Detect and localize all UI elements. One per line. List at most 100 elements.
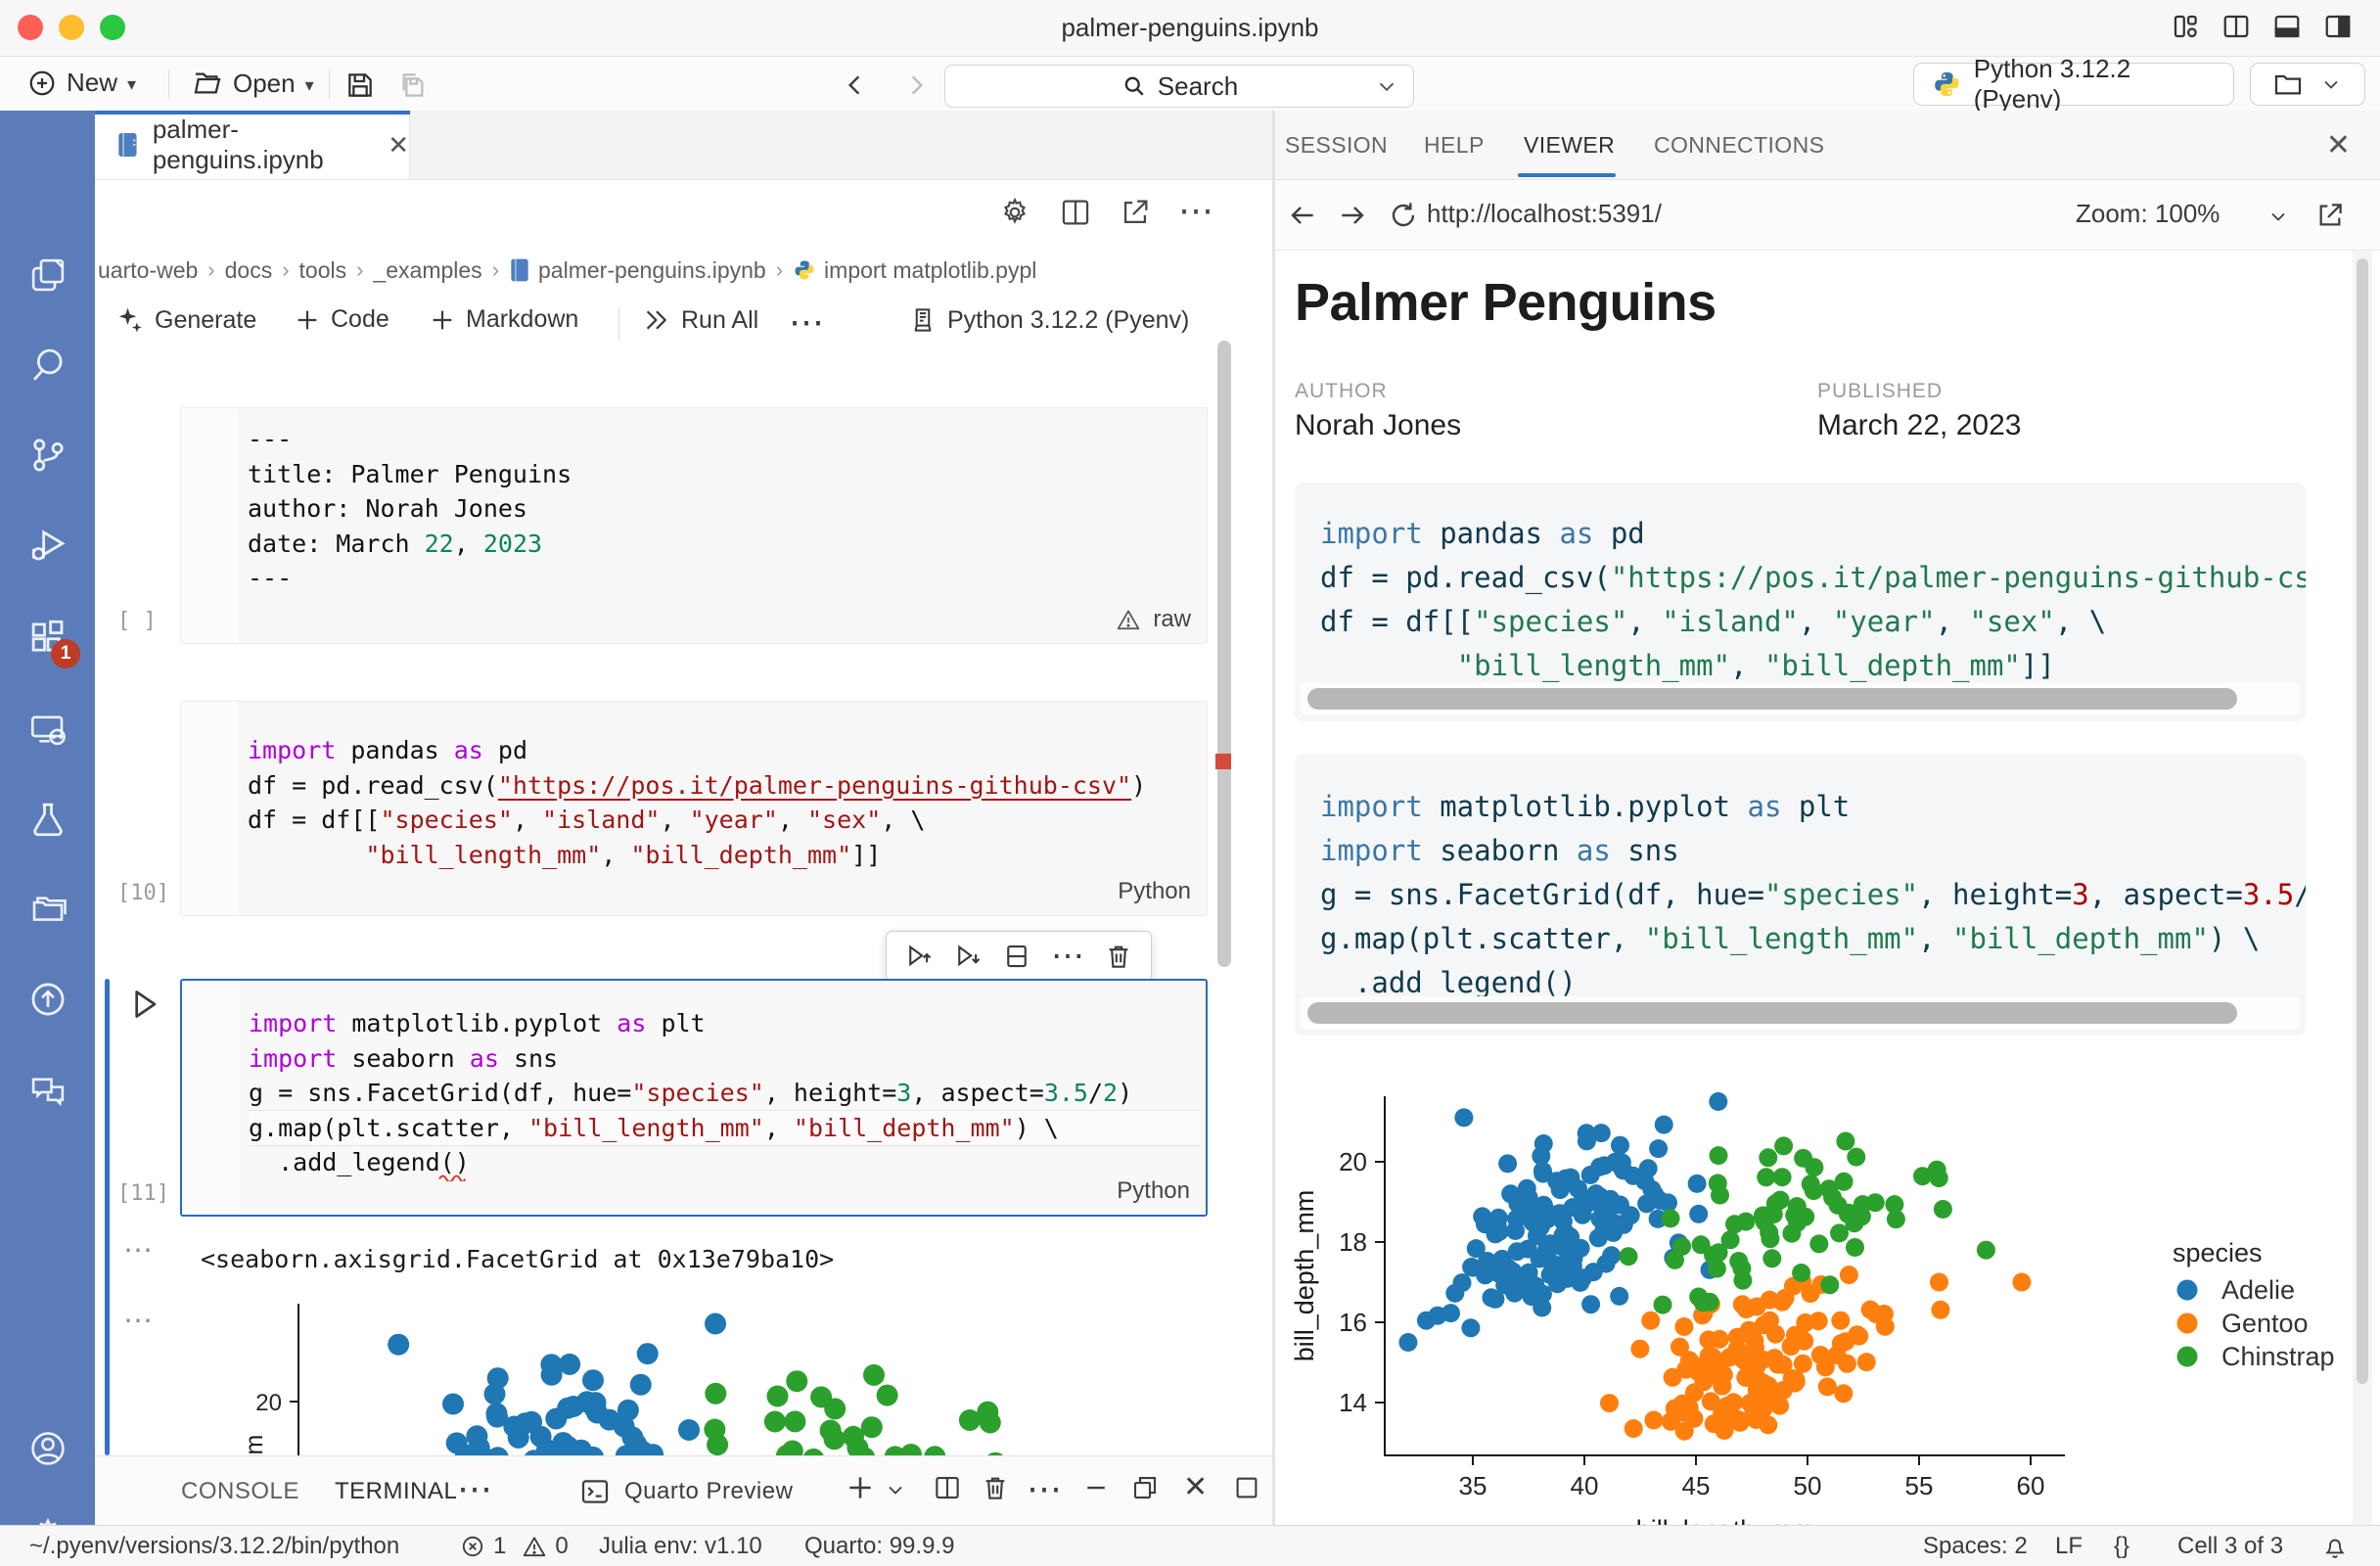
quarto-preview-button[interactable]: Quarto Preview [579, 1456, 793, 1526]
code-line[interactable]: import seaborn as sns [249, 1041, 1200, 1077]
collapse-output-icon[interactable]: ⋯ [123, 1241, 153, 1261]
hscrollbar-thumb[interactable] [1307, 1002, 2237, 1024]
tab-terminal[interactable]: TERMINAL [335, 1456, 457, 1526]
workspaces-folder-icon[interactable] [27, 889, 69, 930]
add-markdown-cell-button[interactable]: Markdown [429, 305, 578, 334]
status-julia-env[interactable]: Julia env: v1.10 [599, 1526, 762, 1566]
viewer-scrollbar-track[interactable] [2353, 251, 2372, 1525]
generate-button[interactable]: Generate [115, 305, 256, 335]
tab-help[interactable]: HELP [1424, 111, 1485, 179]
tab-console[interactable]: CONSOLE [181, 1456, 299, 1526]
cell-more-actions-icon[interactable]: ⋯ [1051, 944, 1084, 969]
close-viewer-icon[interactable]: ✕ [2326, 128, 2351, 162]
save-all-button[interactable] [397, 69, 429, 101]
interpreter-selector-button[interactable]: Python 3.12.2 (Pyenv) [1913, 63, 2234, 106]
editor-scrollbar-thumb[interactable] [1217, 341, 1231, 967]
tab-session[interactable]: SESSION [1285, 111, 1388, 179]
code-line[interactable]: --- [248, 561, 1201, 596]
terminal-dropdown-icon[interactable] [884, 1478, 907, 1501]
tab-close-icon[interactable]: ✕ [388, 130, 409, 161]
restore-panel-icon[interactable] [1130, 1473, 1160, 1502]
testing-beaker-icon[interactable] [27, 799, 69, 840]
search-view-icon[interactable] [27, 345, 69, 386]
status-problems[interactable]: 1 0 [460, 1526, 569, 1566]
viewer-scrollbar-thumb[interactable] [2357, 258, 2368, 1384]
toggle-secondary-sidebar-icon[interactable] [2323, 12, 2353, 41]
code-line[interactable]: g.map(plt.scatter, "bill_length_mm", "bi… [249, 1111, 1200, 1146]
viewer-zoom-label[interactable]: Zoom: 100% [2076, 199, 2220, 229]
code-line[interactable]: df = df[["species", "island", "year", "s… [248, 803, 1201, 838]
cell-language-label[interactable]: Python [1117, 1177, 1190, 1205]
minimize-panel-icon[interactable] [1081, 1473, 1111, 1502]
search-input[interactable]: Search [944, 65, 1414, 108]
toggle-panel-icon[interactable] [2272, 12, 2302, 41]
source-control-icon[interactable] [27, 435, 69, 476]
panel-more-tabs-icon[interactable]: ⋯ [457, 1468, 492, 1509]
cell-code[interactable]: import matplotlib.pyplot as pltimport se… [249, 1006, 1200, 1180]
code-line[interactable]: author: Norah Jones [248, 491, 1201, 527]
code-line[interactable]: "bill_length_mm", "bill_depth_mm"]] [248, 838, 1201, 873]
panel-more-actions-icon[interactable]: ⋯ [1027, 1468, 1062, 1509]
code-line[interactable]: import pandas as pd [248, 733, 1201, 768]
cell-code[interactable]: import pandas as pddf = pd.read_csv("htt… [248, 733, 1201, 872]
open-button[interactable]: Open▾ [192, 68, 314, 99]
run-debug-icon[interactable] [27, 525, 69, 566]
cell-code[interactable]: ---title: Palmer Penguinsauthor: Norah J… [248, 422, 1201, 596]
breadcrumb-item[interactable]: _examples [373, 257, 481, 284]
open-in-browser-icon[interactable] [2314, 200, 2346, 231]
notebook-cell-python-1[interactable]: import pandas as pddf = pd.read_csv("htt… [180, 701, 1208, 916]
viewer-forward-icon[interactable] [1337, 200, 1368, 231]
breadcrumb-item[interactable]: import matplotlib.pypl [824, 257, 1036, 284]
notebook-cell-raw[interactable]: ---title: Palmer Penguinsauthor: Norah J… [180, 407, 1208, 644]
tab-palmer-penguins[interactable]: palmer-penguins.ipynb ✕ [95, 111, 410, 179]
notebook-settings-gear-icon[interactable] [998, 196, 1031, 229]
breadcrumb-item[interactable]: tools [299, 257, 347, 284]
save-button[interactable] [344, 69, 376, 101]
run-cells-below-icon[interactable] [953, 942, 983, 971]
breadcrumb[interactable]: uarto-web›docs›tools›_examples›palmer-pe… [98, 251, 1223, 290]
status-eol[interactable]: LF [2055, 1526, 2082, 1566]
notebook-more-actions-icon[interactable]: ⋯ [789, 301, 824, 343]
code-line[interactable]: --- [248, 422, 1201, 457]
add-code-cell-button[interactable]: Code [294, 305, 389, 334]
code-line[interactable]: g = sns.FacetGrid(df, hue="species", hei… [249, 1076, 1200, 1111]
code-line[interactable]: date: March 22, 2023 [248, 527, 1201, 562]
notifications-bell-icon[interactable] [2321, 1526, 2349, 1566]
notebook-cell-python-2[interactable]: import matplotlib.pyplot as pltimport se… [180, 979, 1208, 1217]
explorer-icon[interactable] [27, 254, 69, 296]
delete-cell-icon[interactable] [1104, 942, 1133, 971]
code-line[interactable]: title: Palmer Penguins [248, 457, 1201, 492]
run-cells-above-icon[interactable] [904, 942, 934, 971]
viewer-reload-icon[interactable] [1388, 200, 1419, 231]
editor-more-actions-icon[interactable]: ⋯ [1178, 196, 1213, 225]
status-cell-position[interactable]: Cell 3 of 3 [2177, 1526, 2283, 1566]
publish-icon[interactable] [27, 979, 69, 1020]
new-button[interactable]: New▾ [27, 68, 136, 98]
viewer-url[interactable]: http://localhost:5391/ [1427, 199, 1662, 229]
breadcrumb-item[interactable]: palmer-penguins.ipynb [538, 257, 766, 284]
kill-terminal-icon[interactable] [981, 1473, 1010, 1502]
split-panel-icon[interactable] [933, 1473, 962, 1502]
status-spaces[interactable]: Spaces: 2 [1923, 1526, 2028, 1566]
navigate-forward-button[interactable] [900, 69, 932, 101]
cell-language-label[interactable]: raw [1116, 606, 1191, 633]
comments-icon[interactable] [27, 1071, 69, 1112]
breadcrumb-item[interactable]: docs [225, 257, 273, 284]
hscrollbar-track[interactable] [1300, 682, 2301, 715]
customize-layout-icon[interactable] [2171, 12, 2200, 41]
workspace-folder-button[interactable] [2250, 63, 2365, 106]
maximize-panel-icon[interactable] [1232, 1473, 1261, 1502]
status-python-path[interactable]: ~/.pyenv/versions/3.12.2/bin/python [29, 1526, 399, 1566]
status-language-braces[interactable]: {} [2114, 1526, 2129, 1566]
breadcrumb-item[interactable]: uarto-web [98, 257, 198, 284]
collapse-output-icon[interactable]: ⋯ [123, 1312, 153, 1331]
hscrollbar-track[interactable] [1300, 996, 2301, 1030]
navigate-back-button[interactable] [840, 69, 871, 101]
split-editor-layout-icon[interactable] [2221, 12, 2251, 41]
account-icon[interactable] [27, 1428, 69, 1469]
run-all-button[interactable]: Run All [642, 305, 758, 335]
tab-viewer[interactable]: VIEWER [1524, 111, 1615, 179]
split-editor-icon[interactable] [1059, 196, 1092, 229]
code-line[interactable]: df = pd.read_csv("https://pos.it/palmer-… [248, 768, 1201, 804]
hscrollbar-thumb[interactable] [1307, 688, 2237, 710]
